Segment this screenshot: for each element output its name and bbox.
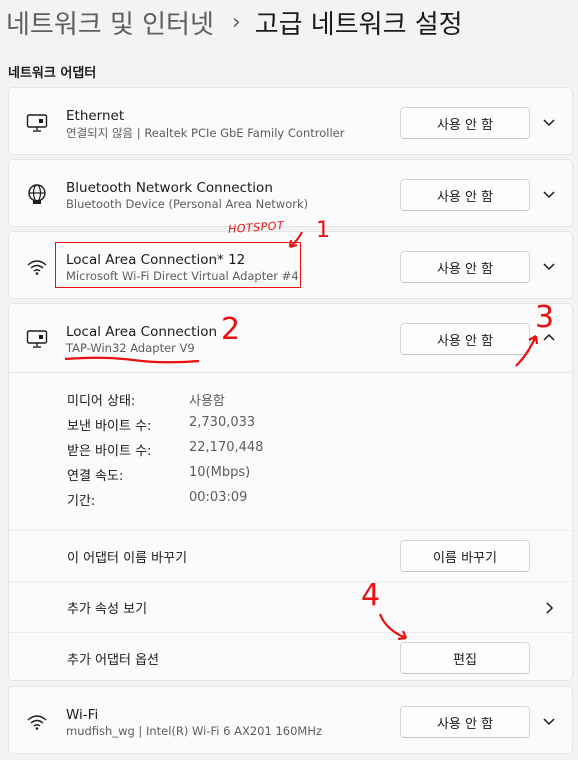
edit-button[interactable]: 편집 <box>400 642 530 674</box>
more-properties-row[interactable]: 추가 속성 보기 <box>9 581 572 632</box>
adapter-details: 미디어 상태: 사용함 보낸 바이트 수: 2,730,033 받은 바이트 수… <box>9 372 572 530</box>
adapter-card-wifi[interactable]: Wi-Fi mudfish_wg | Intel(R) Wi-Fi 6 AX20… <box>8 686 573 754</box>
annotation-number-2: 2 <box>221 312 241 347</box>
breadcrumb-separator-icon: › <box>231 9 241 35</box>
bytes-received-value: 22,170,448 <box>189 440 264 455</box>
adapter-name: Wi-Fi <box>66 707 99 723</box>
annotation-highlight-box <box>55 242 301 288</box>
adapter-options-row: 추가 어댑터 옵션 편집 <box>9 632 572 681</box>
disable-button[interactable]: 사용 안 함 <box>400 179 530 211</box>
annotation-underline <box>64 356 200 364</box>
bytes-received-label: 받은 바이트 수: <box>67 444 152 459</box>
disable-button[interactable]: 사용 안 함 <box>400 323 530 355</box>
duration-label: 기간: <box>67 494 96 509</box>
link-speed-value: 10(Mbps) <box>189 465 251 480</box>
chevron-right-icon[interactable] <box>541 600 557 616</box>
adapter-name: Bluetooth Network Connection <box>66 180 273 196</box>
duration-value: 00:03:09 <box>189 490 248 505</box>
rename-button[interactable]: 이름 바꾸기 <box>400 540 530 572</box>
globe-icon <box>25 182 49 206</box>
section-title: 네트워크 어댑터 <box>8 66 97 81</box>
rename-adapter-label: 이 어댑터 이름 바꾸기 <box>67 551 188 566</box>
adapter-name: Ethernet <box>66 108 125 124</box>
adapter-options-label: 추가 어댑터 옵션 <box>67 653 159 668</box>
rename-adapter-row: 이 어댑터 이름 바꾸기 이름 바꾸기 <box>9 530 572 581</box>
page-title: 고급 네트워크 설정 <box>254 9 463 40</box>
adapter-description: mudfish_wg | Intel(R) Wi-Fi 6 AX201 160M… <box>66 724 323 738</box>
disable-button[interactable]: 사용 안 함 <box>400 251 530 283</box>
breadcrumb: 네트워크 및 인터넷 › 고급 네트워크 설정 <box>6 2 463 42</box>
bytes-sent-value: 2,730,033 <box>189 415 256 430</box>
media-state-label: 미디어 상태: <box>67 394 136 409</box>
link-speed-label: 연결 속도: <box>67 469 124 484</box>
disable-button[interactable]: 사용 안 함 <box>400 706 530 738</box>
adapter-description: 연결되지 않음 | Realtek PCIe GbE Family Contro… <box>66 126 345 140</box>
adapter-card-bluetooth[interactable]: Bluetooth Network Connection Bluetooth D… <box>8 159 573 227</box>
chevron-down-icon[interactable] <box>541 186 557 202</box>
breadcrumb-parent-link[interactable]: 네트워크 및 인터넷 <box>6 4 214 41</box>
wifi-icon <box>25 710 49 734</box>
annotation-arrow-4 <box>378 613 408 641</box>
annotation-arrow-1 <box>289 231 303 248</box>
chevron-down-icon[interactable] <box>541 114 557 130</box>
annotation-number-4: 4 <box>361 578 381 613</box>
annotation-arrow-3 <box>515 335 539 367</box>
disable-button[interactable]: 사용 안 함 <box>400 107 530 139</box>
media-state-value: 사용함 <box>189 394 225 409</box>
chevron-down-icon[interactable] <box>541 258 557 274</box>
adapter-name: Local Area Connection <box>66 324 218 340</box>
chevron-down-icon[interactable] <box>541 713 557 729</box>
wifi-icon <box>25 255 49 279</box>
annotation-number-1: 1 <box>316 218 330 243</box>
ethernet-icon <box>25 111 49 135</box>
adapter-card-ethernet[interactable]: Ethernet 연결되지 않음 | Realtek PCIe GbE Fami… <box>8 87 573 155</box>
adapter-description: Bluetooth Device (Personal Area Network) <box>66 197 309 211</box>
bytes-sent-label: 보낸 바이트 수: <box>67 419 152 434</box>
ethernet-icon <box>25 327 49 351</box>
more-properties-label: 추가 속성 보기 <box>67 602 148 617</box>
